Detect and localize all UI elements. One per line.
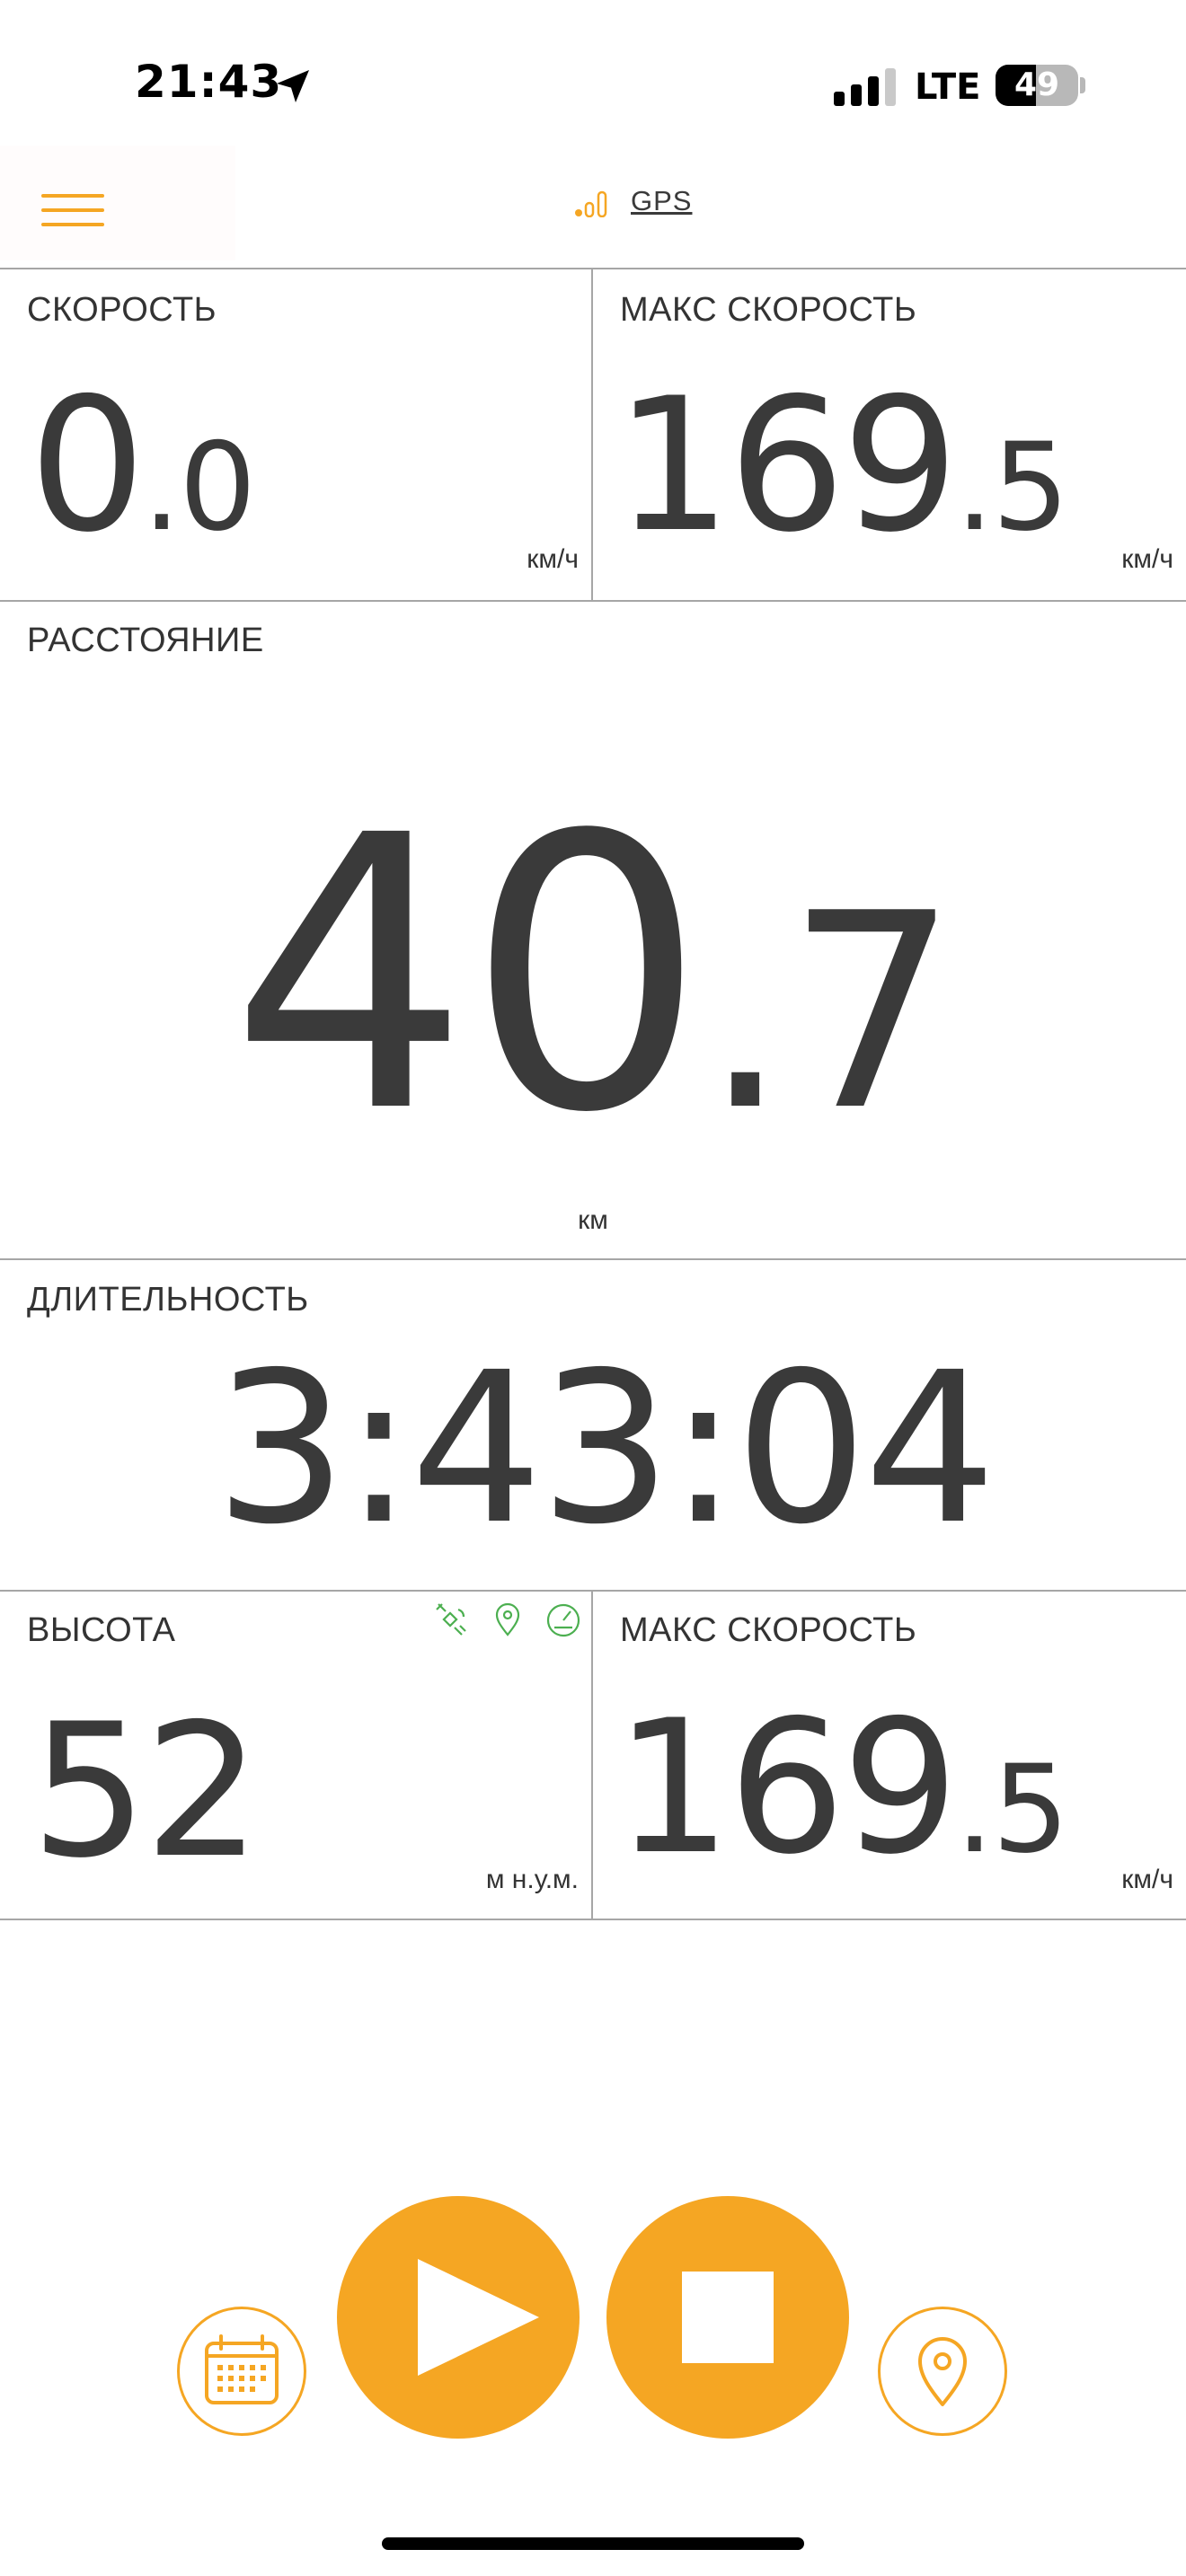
- distance-label: РАССТОЯНИЕ: [27, 622, 264, 659]
- distance-value-dec: .7: [703, 856, 958, 1169]
- menu-line: [41, 194, 104, 198]
- home-indicator[interactable]: [382, 2537, 804, 2550]
- map-pin-icon[interactable]: [495, 1602, 520, 1636]
- max-speed-value: 169.5: [615, 1681, 1069, 1895]
- divider: [591, 269, 593, 602]
- divider: [0, 1919, 1186, 1920]
- speed-value: 0.0: [29, 359, 256, 573]
- altitude-source-icons: [436, 1602, 580, 1637]
- distance-value-int: 40: [229, 756, 706, 1195]
- max-speed-label: МАКС СКОРОСТЬ: [620, 291, 917, 329]
- duration-label: ДЛИТЕЛЬНОСТЬ: [27, 1281, 309, 1319]
- toolbar: GPS: [0, 144, 1186, 269]
- max-speed-label: МАКС СКОРОСТЬ: [620, 1611, 917, 1649]
- altitude-unit: м н.у.м.: [485, 1865, 579, 1894]
- play-icon: [418, 2259, 539, 2376]
- menu-line: [41, 208, 104, 212]
- altitude-label: ВЫСОТА: [27, 1611, 176, 1649]
- divider: [0, 600, 1186, 602]
- speed-value-int: 0: [29, 359, 146, 573]
- location-pin-icon: [918, 2337, 967, 2406]
- speedometer-icon[interactable]: [546, 1603, 580, 1637]
- max-speed-value: 169.5: [615, 359, 1069, 573]
- hamburger-menu-button[interactable]: [0, 146, 235, 260]
- status-time: 21:43: [135, 56, 283, 108]
- max-speed-value-dec: .5: [955, 417, 1069, 558]
- altitude-value: 52: [31, 1685, 261, 1899]
- max-speed-value-int: 169: [615, 1681, 959, 1895]
- play-button[interactable]: [337, 2196, 580, 2439]
- stop-button[interactable]: [606, 2196, 849, 2439]
- distance-unit: км: [578, 1205, 608, 1235]
- battery-percent: 49: [1013, 66, 1060, 103]
- duration-value: 3:43:04: [214, 1328, 996, 1570]
- max-speed-unit: км/ч: [1121, 544, 1173, 574]
- divider: [0, 1590, 1186, 1592]
- max-speed-value-dec: .5: [955, 1739, 1069, 1880]
- max-speed-unit: км/ч: [1121, 1865, 1173, 1894]
- gps-status[interactable]: GPS: [575, 181, 692, 217]
- satellite-icon[interactable]: [436, 1603, 466, 1636]
- divider: [0, 1258, 1186, 1260]
- signal-strength-icon: [575, 190, 607, 217]
- location-button[interactable]: [878, 2307, 1007, 2436]
- speed-unit: км/ч: [527, 544, 579, 574]
- gps-label: GPS: [631, 185, 693, 216]
- location-arrow-icon: [277, 70, 309, 102]
- network-type: LTE: [915, 66, 981, 108]
- speed-value-dec: .0: [142, 417, 256, 558]
- menu-line: [41, 223, 104, 226]
- cellular-signal-icon: [834, 68, 896, 106]
- max-speed-value-int: 169: [615, 359, 959, 573]
- battery-cap: [1080, 77, 1085, 93]
- speed-label: СКОРОСТЬ: [27, 291, 217, 329]
- calendar-icon: [205, 2334, 279, 2404]
- distance-value: 40.7: [0, 756, 1186, 1195]
- stop-icon: [682, 2272, 774, 2363]
- status-bar: 21:43 LTE 49: [0, 0, 1186, 144]
- history-button[interactable]: [177, 2307, 306, 2436]
- battery-icon: 49: [996, 65, 1078, 106]
